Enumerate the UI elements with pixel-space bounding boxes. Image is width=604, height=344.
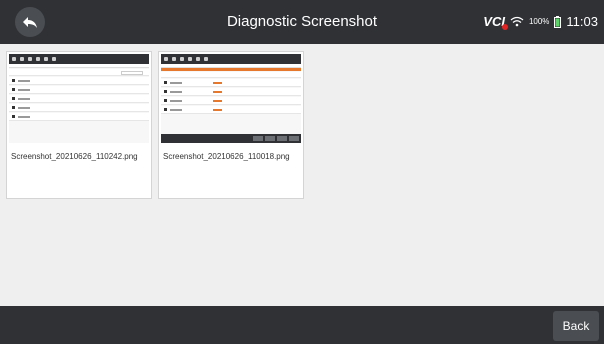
battery-icon [554,15,562,28]
screenshot-thumbnail [9,54,149,143]
clock: 11:03 [566,14,598,29]
vci-status-dot [501,24,508,30]
wifi-icon [510,16,524,27]
screenshot-thumbnail [161,54,301,143]
file-name: Screenshot_20210626_110018.png [163,152,290,161]
top-bar: Diagnostic Screenshot VCI 100% 11:03 [0,0,604,44]
status-area: VCI 100% 11:03 [483,14,598,30]
vci-icon: VCI [483,14,508,30]
screenshot-card[interactable]: Screenshot_20210626_110018.png [158,51,304,199]
screenshot-grid: Screenshot_20210626_110242.png Screensho… [0,44,604,306]
battery-percent: 100% [528,17,550,26]
bottom-bar: Back [0,306,604,344]
screenshot-card[interactable]: Screenshot_20210626_110242.png [6,51,152,199]
file-name: Screenshot_20210626_110242.png [11,152,138,161]
back-button[interactable]: Back [553,311,599,341]
